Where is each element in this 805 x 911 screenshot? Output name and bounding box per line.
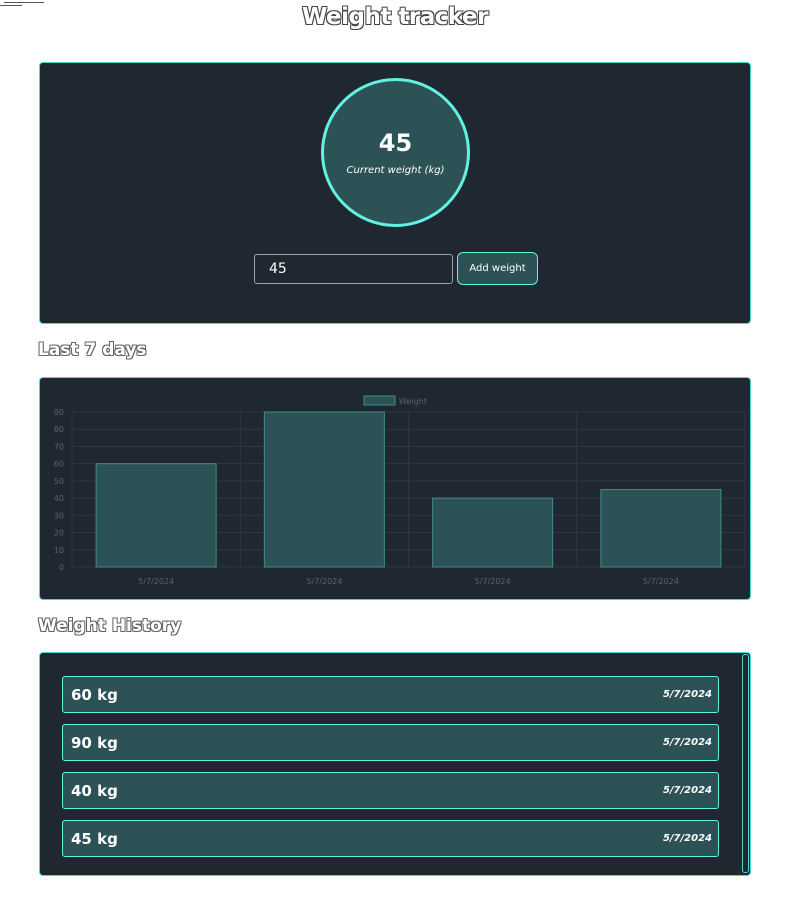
chart-bar [95, 463, 217, 568]
y-tick-label: 60 [54, 460, 64, 469]
history-scrollbar[interactable] [742, 654, 749, 873]
x-tick-label: 5/7/2024 [643, 577, 679, 586]
history-item: 45 kg 5/7/2024 [62, 820, 719, 857]
y-tick-label: 40 [54, 494, 64, 503]
history-weight: 40 kg [71, 781, 118, 800]
history-item: 60 kg 5/7/2024 [62, 676, 719, 713]
x-tick-label: 5/7/2024 [475, 577, 511, 586]
current-weight-circle: 45 Current weight (kg) [321, 78, 470, 227]
weight-history-heading: Weight History [38, 616, 182, 636]
x-tick-label: 5/7/2024 [138, 577, 174, 586]
weight-bar-chart: 0 10 20 30 40 50 60 70 80 90 5/7/2024 5/7/2024 5/7/2… [54, 395, 746, 586]
current-weight-value: 45 [378, 129, 413, 157]
chart-bar [432, 497, 554, 568]
chart-bar [600, 489, 722, 568]
last-7-days-heading: Last 7 days [38, 340, 147, 360]
chart-bar [263, 411, 385, 568]
history-date: 5/7/2024 [662, 785, 712, 796]
legend-label: Weight [399, 397, 427, 406]
weight-history-card: 60 kg 5/7/2024 90 kg 5/7/2024 40 kg 5/7/2024 4… [39, 652, 751, 876]
y-tick-label: 80 [54, 425, 64, 434]
history-item: 40 kg 5/7/2024 [62, 772, 719, 809]
y-tick-label: 90 [54, 408, 64, 417]
y-tick-label: 70 [54, 442, 64, 451]
current-weight-label: Current weight (kg) [346, 165, 445, 176]
current-weight-card: 45 Current weight (kg) Add weight [39, 62, 751, 324]
history-list: 60 kg 5/7/2024 90 kg 5/7/2024 40 kg 5/7/2024 4… [62, 676, 719, 868]
history-date: 5/7/2024 [662, 833, 712, 844]
add-weight-button[interactable]: Add weight [457, 252, 538, 285]
history-weight: 60 kg [71, 685, 118, 704]
page-title: Weight tracker [302, 4, 488, 30]
y-tick-label: 10 [54, 546, 64, 555]
x-tick-label: 5/7/2024 [306, 577, 342, 586]
history-weight: 90 kg [71, 733, 118, 752]
history-weight: 45 kg [71, 829, 118, 848]
y-tick-label: 30 [54, 511, 64, 520]
weight-input[interactable] [254, 254, 453, 284]
history-item: 90 kg 5/7/2024 [62, 724, 719, 761]
history-date: 5/7/2024 [662, 737, 712, 748]
y-tick-label: 0 [59, 563, 64, 572]
weight-chart-card: 0 10 20 30 40 50 60 70 80 90 5/7/2024 5/7/2024 5/7/2… [39, 377, 751, 600]
history-date: 5/7/2024 [662, 689, 712, 700]
legend-swatch [363, 395, 396, 406]
y-tick-label: 50 [54, 477, 64, 486]
y-tick-label: 20 [54, 529, 64, 538]
